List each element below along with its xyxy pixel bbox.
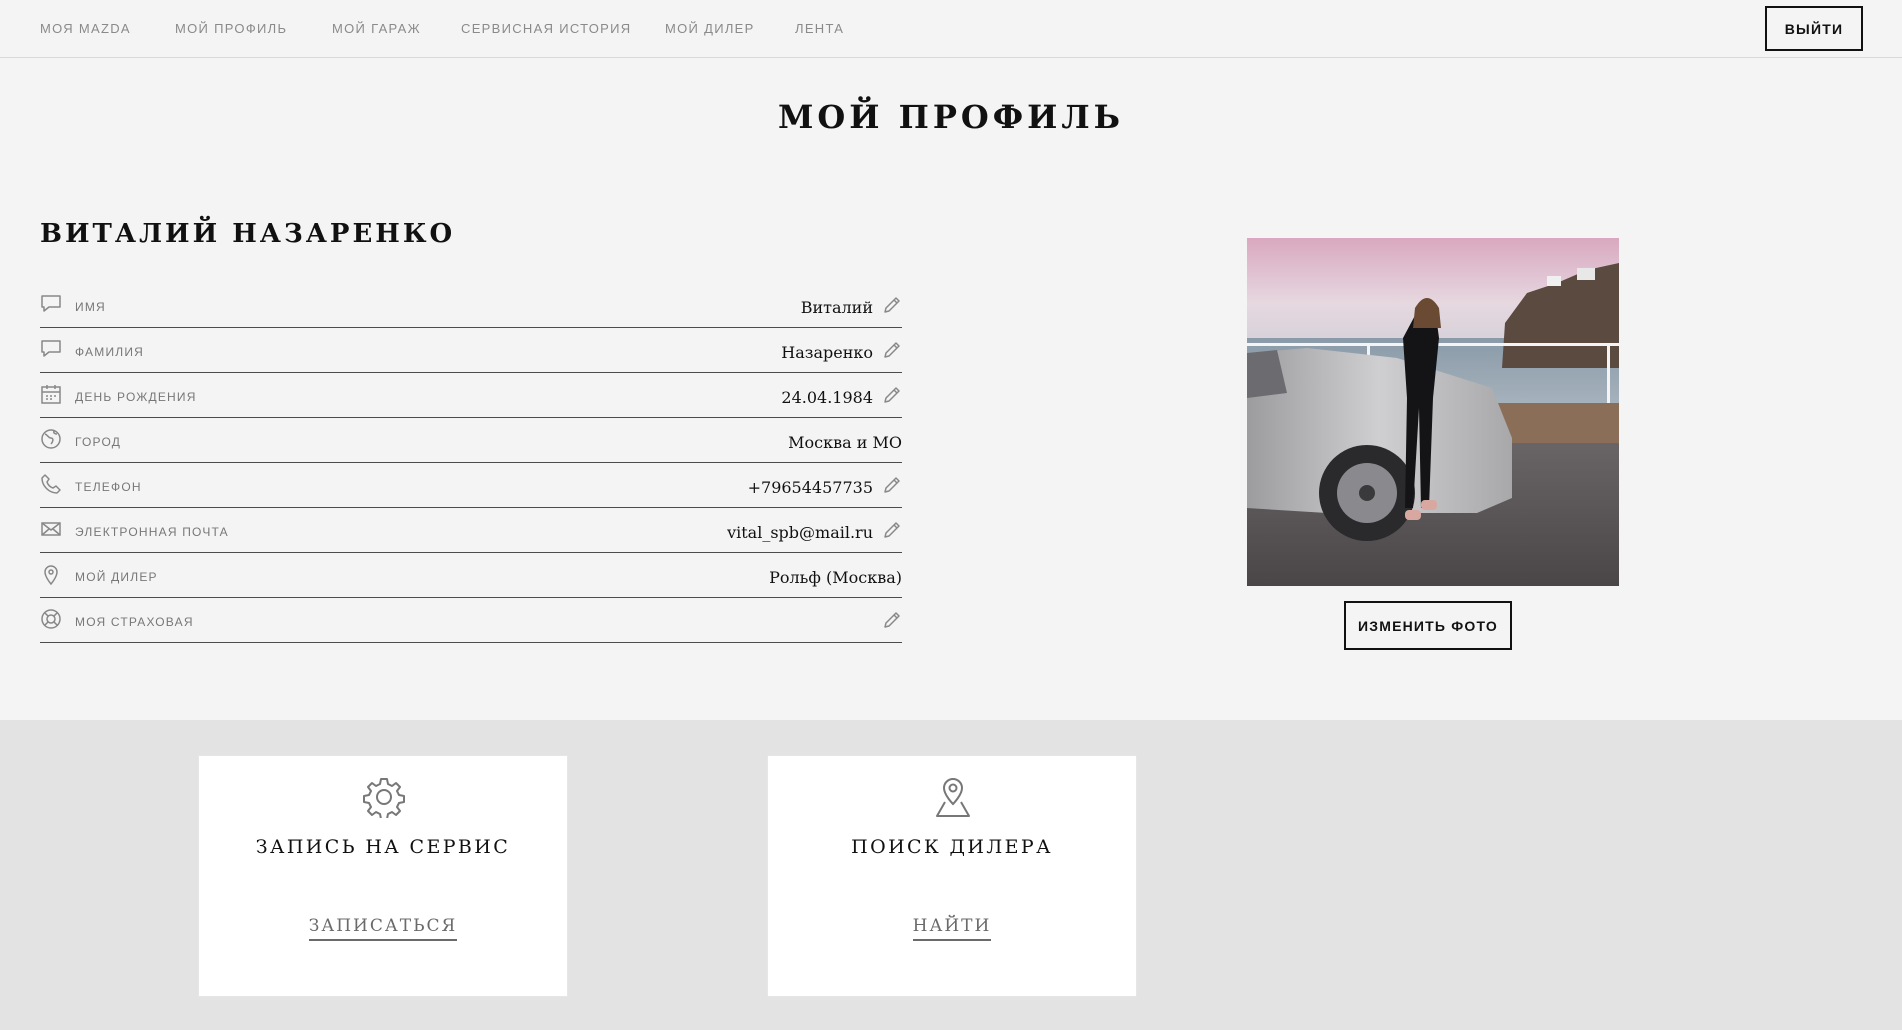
field-value: Рольф (Москва) — [769, 568, 902, 587]
field-label: ФАМИЛИЯ — [75, 345, 145, 359]
pencil-icon[interactable] — [882, 295, 902, 315]
dealer-search-card: ПОИСК ДИЛЕРА НАЙТИ — [767, 755, 1137, 997]
service-booking-card: ЗАПИСЬ НА СЕРВИС ЗАПИСАТЬСЯ — [198, 755, 568, 997]
field-label: ДЕНЬ РОЖДЕНИЯ — [75, 390, 197, 404]
user-full-name: ВИТАЛИЙ НАЗАРЕНКО — [40, 219, 456, 249]
field-value: Москва и МО — [788, 433, 902, 452]
find-dealer-link[interactable]: НАЙТИ — [912, 916, 992, 941]
nav-item-my-mazda[interactable]: МОЯ MAZDA — [40, 21, 131, 36]
speech-bubble-icon — [41, 340, 61, 357]
pencil-icon[interactable] — [882, 385, 902, 405]
field-label: ИМЯ — [75, 300, 106, 314]
field-label: ТЕЛЕФОН — [75, 480, 142, 494]
nav-item-my-profile[interactable]: МОЙ ПРОФИЛЬ — [175, 21, 287, 36]
field-value: +79654457735 — [747, 478, 873, 497]
field-row-insurance: МОЯ СТРАХОВАЯ — [40, 598, 902, 643]
field-label: ЭЛЕКТРОННАЯ ПОЧТА — [75, 525, 229, 539]
card-title: ПОИСК ДИЛЕРА — [851, 836, 1053, 858]
field-row-birthday: ДЕНЬ РОЖДЕНИЯ 24.04.1984 — [40, 373, 902, 418]
pencil-icon[interactable] — [882, 610, 902, 630]
location-pin-icon — [44, 565, 58, 585]
nav-item-my-dealer[interactable]: МОЙ ДИЛЕР — [665, 21, 755, 36]
field-row-first-name: ИМЯ Виталий — [40, 283, 902, 328]
pencil-icon[interactable] — [882, 340, 902, 360]
gear-icon — [363, 778, 405, 818]
top-navigation: МОЯ MAZDA МОЙ ПРОФИЛЬ МОЙ ГАРАЖ СЕРВИСНА… — [0, 0, 1902, 58]
speech-bubble-icon — [41, 295, 61, 312]
calendar-icon — [41, 385, 61, 404]
card-title: ЗАПИСЬ НА СЕРВИС — [255, 836, 511, 858]
field-label: МОЯ СТРАХОВАЯ — [75, 615, 194, 629]
field-value: vital_spb@mail.ru — [727, 523, 873, 542]
envelope-icon — [41, 522, 61, 536]
field-value: Назаренко — [781, 343, 873, 362]
field-row-city: ГОРОД Москва и МО — [40, 418, 902, 463]
profile-photo — [1247, 238, 1619, 586]
field-row-phone: ТЕЛЕФОН +79654457735 — [40, 463, 902, 508]
page-title: МОЙ ПРОФИЛЬ — [777, 98, 1125, 136]
nav-item-feed[interactable]: ЛЕНТА — [795, 21, 844, 36]
logout-button[interactable]: ВЫЙТИ — [1765, 6, 1863, 51]
nav-item-service-history[interactable]: СЕРВИСНАЯ ИСТОРИЯ — [461, 21, 631, 36]
pencil-icon[interactable] — [882, 475, 902, 495]
nav-item-my-garage[interactable]: МОЙ ГАРАЖ — [332, 21, 421, 36]
field-label: МОЙ ДИЛЕР — [75, 570, 158, 584]
field-row-dealer: МОЙ ДИЛЕР Рольф (Москва) — [40, 553, 902, 598]
map-pin-icon — [936, 778, 970, 817]
globe-icon — [41, 429, 61, 449]
pencil-icon[interactable] — [882, 520, 902, 540]
field-value: Виталий — [800, 298, 873, 317]
phone-icon — [41, 474, 61, 494]
field-label: ГОРОД — [75, 435, 122, 449]
change-photo-button[interactable]: ИЗМЕНИТЬ ФОТО — [1344, 601, 1512, 650]
field-value: 24.04.1984 — [781, 388, 873, 407]
field-row-last-name: ФАМИЛИЯ Назаренко — [40, 328, 902, 373]
field-row-email: ЭЛЕКТРОННАЯ ПОЧТА vital_spb@mail.ru — [40, 508, 902, 553]
book-service-link[interactable]: ЗАПИСАТЬСЯ — [308, 916, 458, 941]
lifebuoy-icon — [41, 609, 61, 629]
